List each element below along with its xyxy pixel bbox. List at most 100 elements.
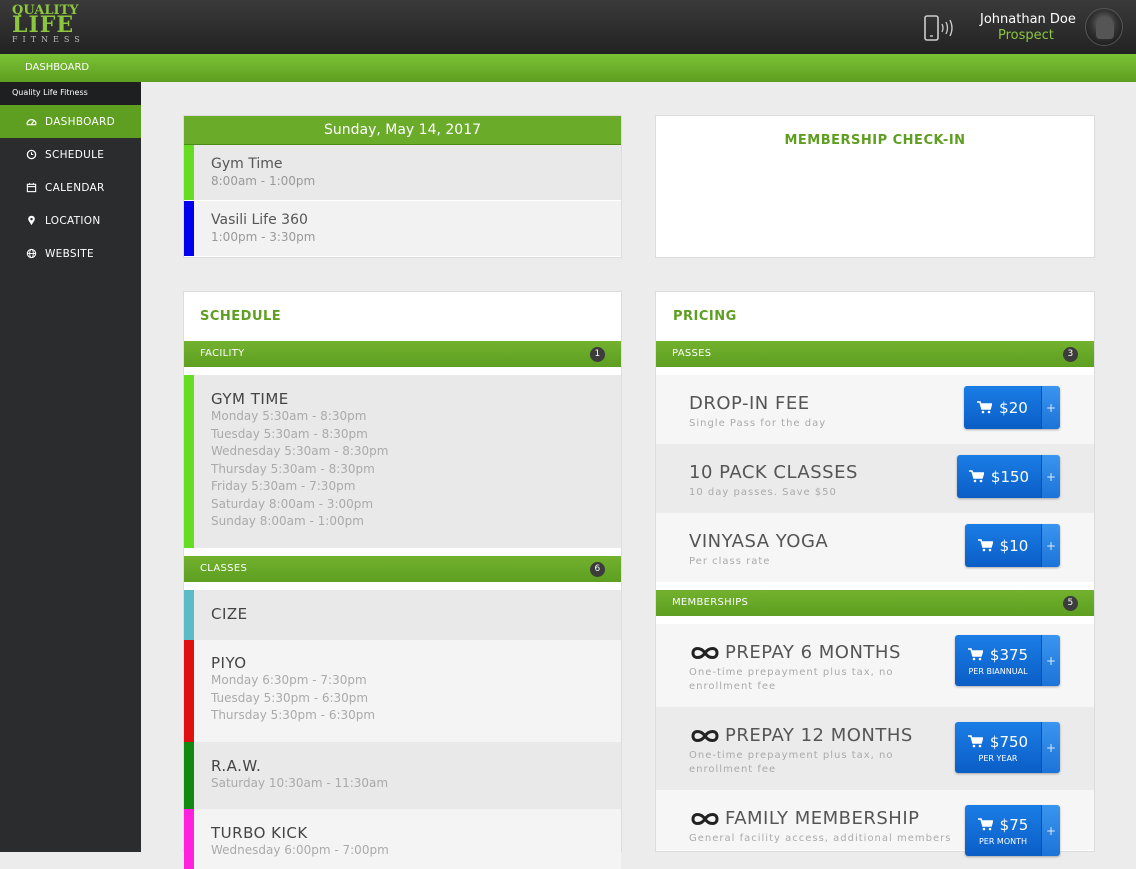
add-button[interactable]: +: [1041, 635, 1060, 686]
globe-icon: [26, 248, 37, 259]
row-title: TURBO KICK: [211, 824, 308, 842]
buy-button-main[interactable]: $150: [957, 455, 1041, 498]
price-subtitle: One-time prepayment plus tax, no enrollm…: [689, 667, 894, 692]
sidebar-item-label: DASHBOARD: [45, 115, 116, 128]
pricing-card: PRICING PASSES 3 DROP-IN FEE Single Pass…: [655, 291, 1095, 856]
price-title-text: FAMILY MEMBERSHIP: [725, 808, 920, 829]
price-value: $150: [990, 467, 1030, 486]
logo-line-3: FITNESS: [12, 35, 85, 44]
avatar[interactable]: [1085, 8, 1123, 46]
breadcrumb[interactable]: DASHBOARD: [25, 62, 89, 73]
cart-icon: [967, 648, 983, 661]
sidebar-item-location[interactable]: LOCATION: [0, 204, 141, 237]
price-row-prepay-12: PREPAY 12 MONTHS One-time prepayment plu…: [656, 707, 1094, 790]
row-title: CIZE: [211, 605, 248, 623]
today-card: Sunday, May 14, 2017 Gym Time 8:00am - 1…: [183, 115, 622, 258]
user-name[interactable]: Johnathan Doe: [980, 12, 1076, 27]
today-event[interactable]: Vasili Life 360 1:00pm - 3:30pm: [184, 201, 621, 257]
logo[interactable]: QUALITY LIFE FITNESS: [12, 4, 84, 50]
row-color-bar: [184, 640, 194, 742]
count-badge: 1: [590, 347, 605, 362]
row-color-bar: [184, 590, 194, 640]
row-line: Monday 6:30pm - 7:30pm: [211, 673, 367, 687]
pricing-title: PRICING: [673, 309, 737, 324]
row-line: Wednesday 5:30am - 8:30pm: [211, 444, 389, 458]
buy-button[interactable]: $10 +: [965, 524, 1060, 567]
buy-button-main[interactable]: $750 PER YEAR: [955, 722, 1041, 773]
row-line: Thursday 5:30am - 8:30pm: [211, 461, 375, 476]
row-line: Wednesday 6:00pm - 7:00pm: [211, 843, 389, 857]
buy-button[interactable]: $20 +: [964, 386, 1060, 429]
cart-icon: [968, 470, 984, 483]
sidebar-item-label: LOCATION: [45, 214, 101, 227]
checkin-card: MEMBERSHIP CHECK-IN: [655, 115, 1095, 258]
schedule-row-gym-time[interactable]: GYM TIME Monday 5:30am - 8:30pm Tuesday …: [184, 375, 621, 548]
buy-button[interactable]: $375 PER BIANNUAL +: [955, 635, 1060, 686]
row-line: Friday 5:30am - 7:30pm: [211, 479, 356, 493]
event-time: 1:00pm - 3:30pm: [211, 230, 316, 244]
event-color-bar: [184, 145, 194, 200]
sidebar-item-label: WEBSITE: [45, 247, 94, 260]
count-badge: 6: [590, 562, 605, 577]
price-subtitle: General facility access, additional memb…: [689, 833, 952, 844]
memberships-header[interactable]: MEMBERSHIPS 5: [656, 590, 1094, 616]
row-line: Tuesday 5:30pm - 6:30pm: [211, 690, 369, 705]
sidebar-item-label: CALENDAR: [45, 181, 105, 194]
add-button[interactable]: +: [1041, 386, 1060, 429]
price-row-vinyasa-yoga: VINYASA YOGA Per class rate $10 +: [656, 513, 1094, 582]
cart-icon: [977, 818, 993, 831]
event-name: Vasili Life 360: [211, 212, 308, 228]
price-title-text: PREPAY 12 MONTHS: [725, 725, 913, 746]
passes-header[interactable]: PASSES 3: [656, 341, 1094, 367]
sidebar-brand: Quality Life Fitness: [0, 82, 141, 105]
event-time: 8:00am - 1:00pm: [211, 174, 316, 188]
today-date: Sunday, May 14, 2017: [184, 116, 621, 145]
price-subtitle: One-time prepayment plus tax, no enrollm…: [689, 750, 894, 775]
price-row-prepay-6: PREPAY 6 MONTHS One-time prepayment plus…: [656, 624, 1094, 707]
price-value: $375: [989, 645, 1029, 664]
schedule-card: SCHEDULE FACILITY 1 GYM TIME Monday 5:30…: [183, 291, 622, 869]
cart-icon: [967, 735, 983, 748]
buy-button[interactable]: $150 +: [957, 455, 1060, 498]
row-line: Saturday 10:30am - 11:30am: [211, 776, 389, 790]
classes-header[interactable]: CLASSES 6: [184, 556, 621, 582]
today-event[interactable]: Gym Time 8:00am - 1:00pm: [184, 145, 621, 201]
sidebar-item-dashboard[interactable]: DASHBOARD: [0, 105, 141, 138]
row-line: Tuesday 5:30am - 8:30pm: [211, 426, 368, 441]
section-label: PASSES: [672, 348, 712, 359]
schedule-row-raw[interactable]: R.A.W. Saturday 10:30am - 11:30am: [184, 742, 621, 809]
row-line: Sunday 8:00am - 1:00pm: [211, 514, 364, 528]
facility-header[interactable]: FACILITY 1: [184, 341, 621, 367]
section-label: FACILITY: [200, 348, 245, 359]
sidebar-item-schedule[interactable]: SCHEDULE: [0, 138, 141, 171]
buy-button[interactable]: $750 PER YEAR +: [955, 722, 1060, 773]
sidebar-item-calendar[interactable]: CALENDAR: [0, 171, 141, 204]
schedule-row-cize[interactable]: CIZE: [184, 590, 621, 640]
schedule-row-piyo[interactable]: PIYO Monday 6:30pm - 7:30pm Tuesday 5:30…: [184, 640, 621, 742]
price-value: $75: [999, 815, 1029, 834]
buy-button-main[interactable]: $375 PER BIANNUAL: [955, 635, 1041, 686]
schedule-row-turbo-kick[interactable]: TURBO KICK Wednesday 6:00pm - 7:00pm: [184, 809, 621, 869]
count-badge: 3: [1063, 347, 1078, 362]
user-status: Prospect: [998, 28, 1054, 43]
sidebar-item-website[interactable]: WEBSITE: [0, 237, 141, 270]
add-button[interactable]: +: [1041, 722, 1060, 773]
row-color-bar: [184, 809, 194, 869]
price-row-family: FAMILY MEMBERSHIP General facility acces…: [656, 790, 1094, 856]
schedule-title: SCHEDULE: [200, 309, 282, 324]
add-button[interactable]: +: [1041, 455, 1060, 498]
phone-icon[interactable]: [922, 14, 956, 42]
sidebar-item-label: SCHEDULE: [45, 148, 105, 161]
buy-button-main[interactable]: $20: [964, 386, 1041, 429]
top-bar: QUALITY LIFE FITNESS Johnathan Doe Prosp…: [0, 0, 1136, 54]
buy-button-main[interactable]: $75 PER MONTH: [965, 805, 1041, 856]
dashboard-icon: [26, 119, 37, 126]
clock-icon: [26, 149, 37, 160]
price-row-10-pack: 10 PACK CLASSES 10 day passes. Save $50 …: [656, 444, 1094, 513]
add-button[interactable]: +: [1041, 805, 1060, 856]
price-value: $10: [999, 536, 1029, 555]
row-line: Saturday 8:00am - 3:00pm: [211, 496, 374, 511]
buy-button-main[interactable]: $10: [965, 524, 1041, 567]
buy-button[interactable]: $75 PER MONTH +: [965, 805, 1060, 856]
add-button[interactable]: +: [1041, 524, 1060, 567]
